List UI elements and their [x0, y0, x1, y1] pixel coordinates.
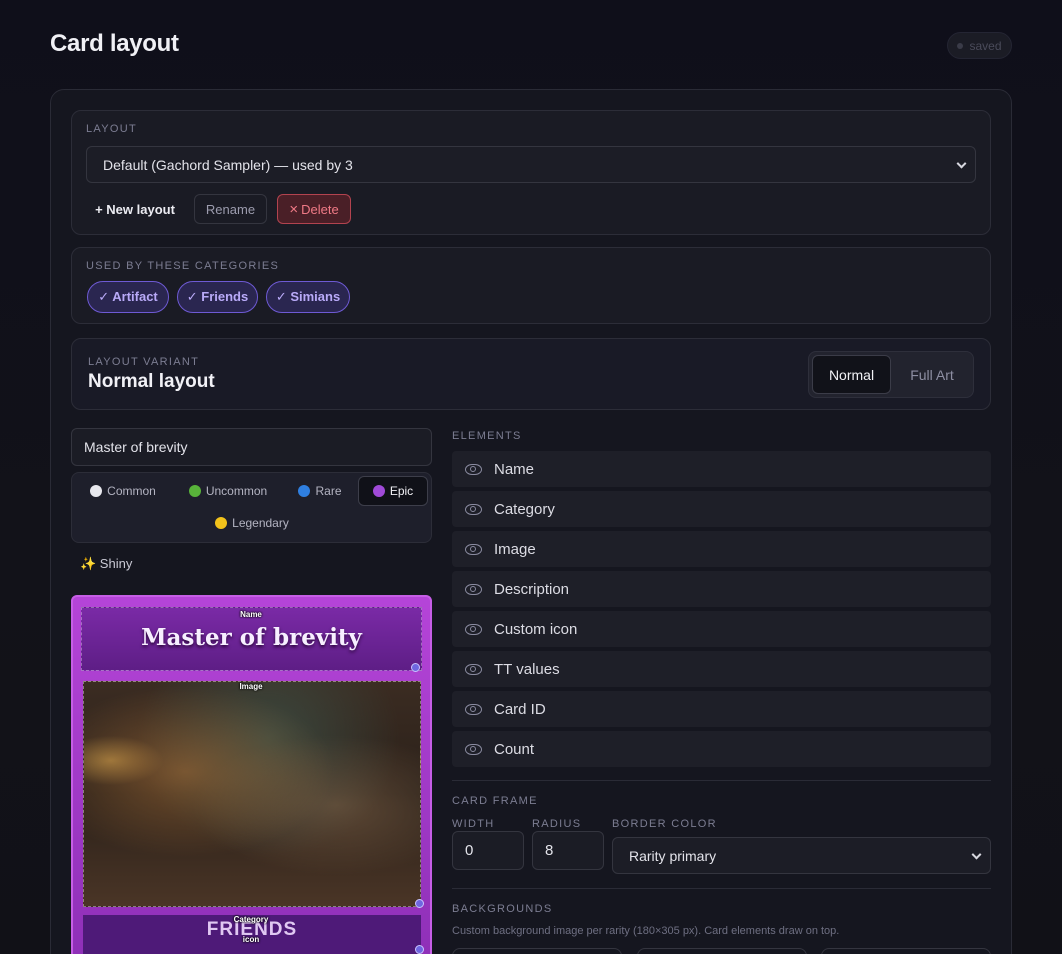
card-name-value: Master of brevity [84, 439, 188, 455]
categories-section: USED BY THESE CATEGORIES ✓ Artifact ✓ Fr… [71, 247, 991, 324]
delete-button[interactable]: × Delete [277, 194, 351, 224]
chevron-down-icon [956, 158, 967, 169]
category-chip-simians[interactable]: ✓ Simians [266, 281, 350, 313]
layout-section-label: LAYOUT [86, 123, 137, 135]
epic-dot-icon [372, 485, 385, 497]
frame-radius-value: 8 [545, 842, 554, 859]
rename-button[interactable]: Rename [194, 194, 267, 224]
category-chip-friends[interactable]: ✓ Friends [177, 281, 258, 313]
card-frame-label: CARD FRAME [452, 795, 538, 807]
elements-section-label: ELEMENTS [452, 430, 522, 442]
frame-radius-input[interactable]: 8 [532, 831, 604, 870]
card-category-tag: Category [233, 915, 269, 924]
rarity-uncommon-option[interactable]: Uncommon [177, 476, 279, 506]
rarity-epic-option[interactable]: Epic [358, 476, 428, 506]
variant-section: LAYOUT VARIANT Normal layout Normal Full… [71, 338, 991, 410]
backgrounds-hint: Custom background image per rarity (180×… [452, 925, 840, 937]
rarity-label: Legendary [232, 516, 289, 530]
element-label: Description [494, 580, 570, 598]
divider [452, 888, 991, 889]
element-label: Count [494, 740, 535, 758]
variant-normal-option[interactable]: Normal [812, 355, 891, 394]
element-label: Image [494, 540, 536, 558]
status-dot-icon [957, 42, 964, 49]
element-row-count[interactable]: Count [452, 731, 991, 767]
rarity-label: Rare [315, 484, 342, 498]
element-row-name[interactable]: Name [452, 451, 991, 487]
rarity-rare-option[interactable]: Rare [290, 476, 350, 506]
border-color-select[interactable]: Rarity primary [612, 837, 991, 874]
card-image [83, 681, 421, 907]
rarity-legendary-option[interactable]: Legendary [205, 508, 299, 538]
rarity-label: Uncommon [205, 484, 268, 498]
background-slot-common[interactable] [452, 948, 622, 954]
eye-icon[interactable] [465, 583, 482, 595]
card-preview: Master of brevity FRIENDS [71, 595, 432, 954]
frame-width-value: 0 [465, 842, 474, 859]
name-resize-handle[interactable] [411, 663, 420, 672]
rarity-label: Common [107, 484, 156, 498]
element-row-image[interactable]: Image [452, 531, 991, 567]
element-label: TT values [494, 660, 560, 678]
frame-width-label: WIDTH [452, 818, 495, 830]
categories-section-label: USED BY THESE CATEGORIES [86, 260, 280, 272]
card-name-tag: Name [240, 610, 262, 619]
variant-section-label: LAYOUT VARIANT [88, 356, 200, 368]
eye-icon[interactable] [465, 463, 482, 475]
element-row-tt-values[interactable]: TT values [452, 651, 991, 687]
background-slot-uncommon[interactable] [637, 948, 807, 954]
chevron-down-icon [971, 849, 982, 860]
rare-dot-icon [298, 485, 311, 497]
element-row-description[interactable]: Description [452, 571, 991, 607]
rarity-common-option[interactable]: Common [80, 476, 166, 506]
category-chip-artifact[interactable]: ✓ Artifact [87, 281, 169, 313]
element-row-category[interactable]: Category [452, 491, 991, 527]
background-slot-rare[interactable] [821, 948, 991, 954]
image-resize-handle[interactable] [415, 899, 424, 908]
card-name-text: Master of brevity [141, 624, 362, 651]
uncommon-dot-icon [188, 485, 201, 497]
element-label: Card ID [494, 700, 546, 718]
new-layout-button[interactable]: + New layout [86, 194, 184, 224]
eye-icon[interactable] [465, 623, 482, 635]
eye-icon[interactable] [465, 743, 482, 755]
card-icon-tag: icon [242, 935, 260, 944]
element-label: Name [494, 460, 535, 478]
frame-width-input[interactable]: 0 [452, 831, 524, 870]
card-image-tag: Image [239, 682, 263, 691]
close-icon: × [289, 200, 299, 218]
backgrounds-label: BACKGROUNDS [452, 903, 553, 915]
shiny-toggle[interactable]: ✨ Shiny [80, 556, 132, 572]
element-row-custom-icon[interactable]: Custom icon [452, 611, 991, 647]
eye-icon[interactable] [465, 503, 482, 515]
layout-select[interactable]: Default (Gachord Sampler) — used by 3 [86, 146, 976, 183]
delete-button-label: Delete [301, 201, 339, 217]
element-row-card-id[interactable]: Card ID [452, 691, 991, 727]
legendary-dot-icon [215, 517, 228, 529]
frame-radius-label: RADIUS [532, 818, 582, 830]
common-dot-icon [90, 485, 103, 497]
eye-icon[interactable] [465, 703, 482, 715]
variant-full-art-option[interactable]: Full Art [894, 355, 970, 394]
page-title: Card layout [50, 30, 179, 57]
eye-icon[interactable] [465, 543, 482, 555]
border-color-label: BORDER COLOR [612, 818, 717, 830]
status-badge: saved [947, 32, 1012, 59]
element-label: Custom icon [494, 620, 578, 638]
rarity-label: Epic [389, 484, 414, 498]
layout-section: LAYOUT Default (Gachord Sampler) — used … [71, 110, 991, 235]
variant-title: Normal layout [88, 371, 215, 392]
divider [452, 780, 991, 781]
eye-icon[interactable] [465, 663, 482, 675]
category-resize-handle[interactable] [415, 945, 424, 954]
element-label: Category [494, 500, 555, 518]
layout-select-value: Default (Gachord Sampler) — used by 3 [103, 156, 353, 173]
status-label: saved [969, 38, 1002, 53]
border-color-value: Rarity primary [629, 847, 717, 864]
card-name-input[interactable]: Master of brevity [71, 428, 432, 466]
